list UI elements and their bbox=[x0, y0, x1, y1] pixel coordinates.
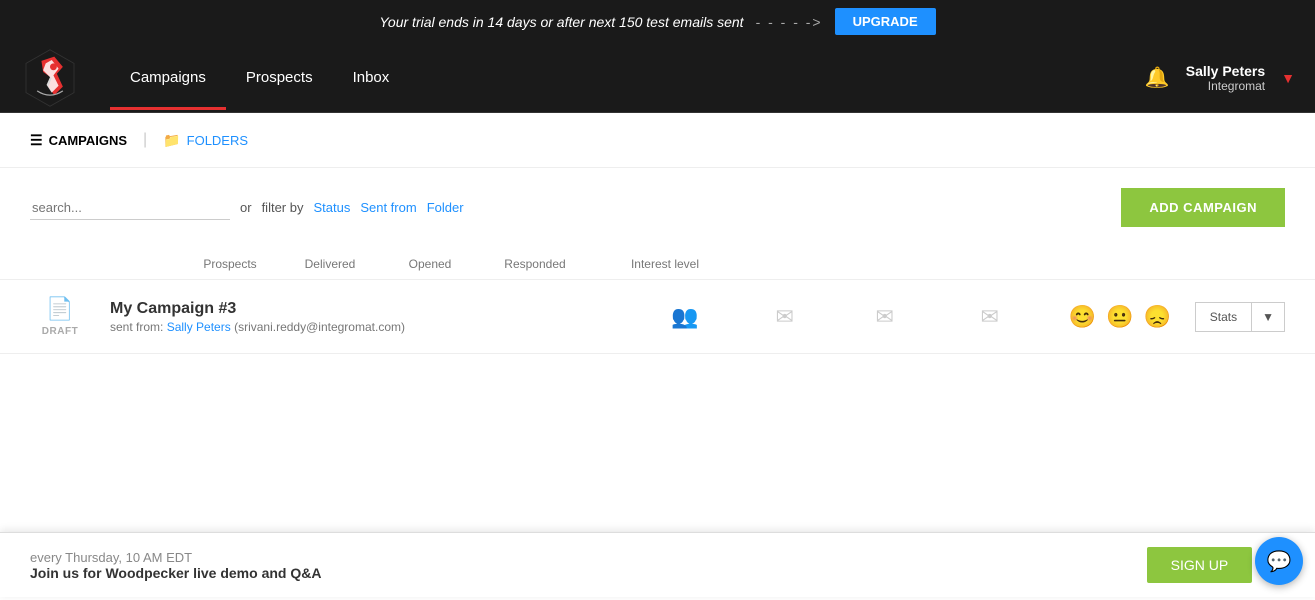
campaign-name[interactable]: My Campaign #3 bbox=[110, 300, 635, 318]
main-nav: Campaigns Prospects Inbox bbox=[110, 45, 1145, 110]
user-info: Sally Peters Integromat bbox=[1186, 63, 1265, 93]
neutral-smiley-icon: 😐 bbox=[1106, 304, 1133, 330]
draft-icon: 📄 bbox=[46, 296, 73, 322]
folders-tab-label: FOLDERS bbox=[187, 133, 248, 148]
col-delivered-header: Delivered bbox=[280, 257, 380, 271]
popup-schedule: every Thursday, 10 AM EDT bbox=[30, 550, 321, 565]
trial-banner: Your trial ends in 14 days or after next… bbox=[0, 0, 1315, 43]
user-name: Sally Peters bbox=[1186, 63, 1265, 79]
col-interest-header: Interest level bbox=[590, 257, 740, 271]
filter-bar: or filter by Status Sent from Folder ADD… bbox=[0, 168, 1315, 247]
add-campaign-button[interactable]: ADD CAMPAIGN bbox=[1121, 188, 1285, 227]
responded-metric: ✉ bbox=[935, 304, 1045, 330]
campaign-metrics: 👥 ✉ ✉ ✉ 😊 😐 😞 bbox=[635, 304, 1195, 330]
prospects-metric: 👥 bbox=[635, 304, 735, 330]
stats-button[interactable]: Stats bbox=[1195, 302, 1252, 332]
upgrade-button[interactable]: UPGRADE bbox=[835, 8, 936, 35]
popup-content: every Thursday, 10 AM EDT Join us for Wo… bbox=[30, 550, 321, 581]
campaign-status: 📄 DRAFT bbox=[30, 296, 90, 337]
positive-smiley-icon: 😊 bbox=[1069, 304, 1096, 330]
main-content: ☰ CAMPAIGNS | 📁 FOLDERS or filter by Sta… bbox=[0, 113, 1315, 600]
col-prospects-header: Prospects bbox=[180, 257, 280, 271]
chat-bubble[interactable]: 💬 bbox=[1255, 537, 1303, 585]
nav-prospects[interactable]: Prospects bbox=[226, 45, 333, 110]
sender-email: (srivani.reddy@integromat.com) bbox=[234, 320, 405, 334]
user-menu-chevron[interactable]: ▼ bbox=[1281, 70, 1295, 86]
prospects-icon: 👥 bbox=[671, 304, 698, 330]
tabs-bar: ☰ CAMPAIGNS | 📁 FOLDERS bbox=[0, 113, 1315, 168]
sender-name-link[interactable]: Sally Peters bbox=[167, 320, 231, 334]
campaigns-tab-label: CAMPAIGNS bbox=[49, 133, 127, 148]
signup-button[interactable]: SIGN UP bbox=[1147, 547, 1253, 583]
opened-icon: ✉ bbox=[876, 304, 894, 330]
search-input[interactable] bbox=[30, 196, 230, 220]
status-filter[interactable]: Status bbox=[313, 200, 350, 215]
header: Campaigns Prospects Inbox 🔔 Sally Peters… bbox=[0, 43, 1315, 113]
tab-campaigns[interactable]: ☰ CAMPAIGNS bbox=[30, 132, 127, 149]
nav-campaigns[interactable]: Campaigns bbox=[110, 45, 226, 110]
dashes: - - - - -> bbox=[756, 14, 823, 30]
or-label: or bbox=[240, 200, 252, 215]
tab-divider: | bbox=[143, 131, 147, 149]
status-label: DRAFT bbox=[42, 326, 78, 337]
popup-banner: every Thursday, 10 AM EDT Join us for Wo… bbox=[0, 532, 1315, 597]
negative-smiley-icon: 😞 bbox=[1143, 304, 1170, 330]
campaigns-icon: ☰ bbox=[30, 132, 43, 149]
filter-by-label: filter by bbox=[262, 200, 304, 215]
header-right: 🔔 Sally Peters Integromat ▼ bbox=[1145, 63, 1295, 93]
col-opened-header: Opened bbox=[380, 257, 480, 271]
folder-filter[interactable]: Folder bbox=[427, 200, 464, 215]
campaign-from: sent from: Sally Peters (srivani.reddy@i… bbox=[110, 320, 635, 334]
popup-title: Join us for Woodpecker live demo and Q&A bbox=[30, 565, 321, 581]
delivered-icon: ✉ bbox=[776, 304, 794, 330]
folder-icon: 📁 bbox=[163, 132, 180, 149]
table-header: Prospects Delivered Opened Responded Int… bbox=[0, 247, 1315, 280]
sent-from-text: sent from: bbox=[110, 320, 163, 334]
logo bbox=[20, 48, 80, 108]
table-row: 📄 DRAFT My Campaign #3 sent from: Sally … bbox=[0, 280, 1315, 354]
campaign-info: My Campaign #3 sent from: Sally Peters (… bbox=[110, 300, 635, 334]
opened-metric: ✉ bbox=[835, 304, 935, 330]
interest-level: 😊 😐 😞 bbox=[1045, 304, 1195, 330]
tab-folders[interactable]: 📁 FOLDERS bbox=[163, 132, 248, 149]
stats-area: Stats ▼ bbox=[1195, 302, 1285, 332]
col-responded-header: Responded bbox=[480, 257, 590, 271]
trial-message: Your trial ends in 14 days or after next… bbox=[379, 14, 743, 30]
responded-icon: ✉ bbox=[981, 304, 999, 330]
user-company: Integromat bbox=[1208, 79, 1265, 93]
nav-inbox[interactable]: Inbox bbox=[333, 45, 410, 110]
delivered-metric: ✉ bbox=[735, 304, 835, 330]
sent-from-filter[interactable]: Sent from bbox=[360, 200, 416, 215]
stats-chevron-button[interactable]: ▼ bbox=[1252, 302, 1285, 332]
bell-icon[interactable]: 🔔 bbox=[1145, 65, 1170, 90]
